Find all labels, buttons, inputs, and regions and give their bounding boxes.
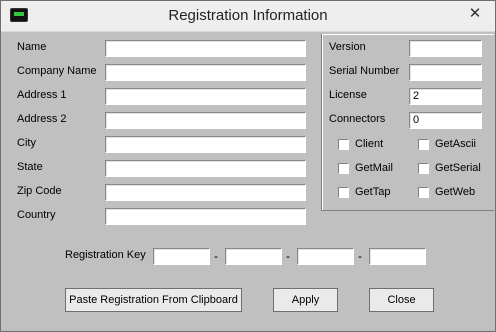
address1-field[interactable] [105, 88, 306, 105]
connectors-label: Connectors [329, 113, 386, 125]
serial-number-label: Serial Number [329, 65, 400, 77]
city-label: City [17, 137, 36, 149]
apply-button[interactable]: Apply [273, 288, 338, 312]
client-checkbox[interactable] [338, 139, 349, 150]
getserial-checkbox[interactable] [418, 163, 429, 174]
close-button[interactable]: Close [369, 288, 434, 312]
getmail-checkbox[interactable] [338, 163, 349, 174]
address1-label: Address 1 [17, 89, 67, 101]
name-label: Name [17, 41, 47, 53]
state-field[interactable] [105, 160, 306, 177]
key-separator: - [214, 249, 218, 263]
version-field[interactable] [409, 40, 482, 57]
address2-field[interactable] [105, 112, 306, 129]
paste-registration-button[interactable]: Paste Registration From Clipboard [65, 288, 242, 312]
gettap-checkbox[interactable] [338, 187, 349, 198]
state-label: State [17, 161, 43, 173]
city-field[interactable] [105, 136, 306, 153]
company-name-field[interactable] [105, 64, 306, 81]
version-label: Version [329, 41, 366, 53]
registration-key-part-3[interactable] [297, 248, 354, 265]
country-field[interactable] [105, 208, 306, 225]
registration-key-label: Registration Key [65, 249, 146, 261]
registration-dialog: Registration Information ✕ Name Company … [0, 0, 496, 332]
zip-code-label: Zip Code [17, 185, 62, 197]
key-separator: - [286, 249, 290, 263]
license-label: License [329, 89, 367, 101]
window-title: Registration Information [168, 7, 328, 24]
getascii-checkbox-label[interactable]: GetAscii [435, 138, 476, 150]
registration-key-part-2[interactable] [225, 248, 282, 265]
company-name-label: Company Name [17, 65, 97, 77]
serial-number-field[interactable] [409, 64, 482, 81]
client-checkbox-label[interactable]: Client [355, 138, 383, 150]
gettap-checkbox-label[interactable]: GetTap [355, 186, 390, 198]
zip-code-field[interactable] [105, 184, 306, 201]
getweb-checkbox-label[interactable]: GetWeb [435, 186, 475, 198]
title-bar[interactable]: Registration Information ✕ [1, 1, 495, 32]
getserial-checkbox-label[interactable]: GetSerial [435, 162, 481, 174]
getweb-checkbox[interactable] [418, 187, 429, 198]
key-separator: - [358, 249, 362, 263]
license-field[interactable]: 2 [409, 88, 482, 105]
registration-key-part-1[interactable] [153, 248, 210, 265]
country-label: Country [17, 209, 56, 221]
name-field[interactable] [105, 40, 306, 57]
connectors-field[interactable]: 0 [409, 112, 482, 129]
close-icon[interactable]: ✕ [461, 4, 489, 22]
getascii-checkbox[interactable] [418, 139, 429, 150]
address2-label: Address 2 [17, 113, 67, 125]
getmail-checkbox-label[interactable]: GetMail [355, 162, 393, 174]
registration-key-part-4[interactable] [369, 248, 426, 265]
